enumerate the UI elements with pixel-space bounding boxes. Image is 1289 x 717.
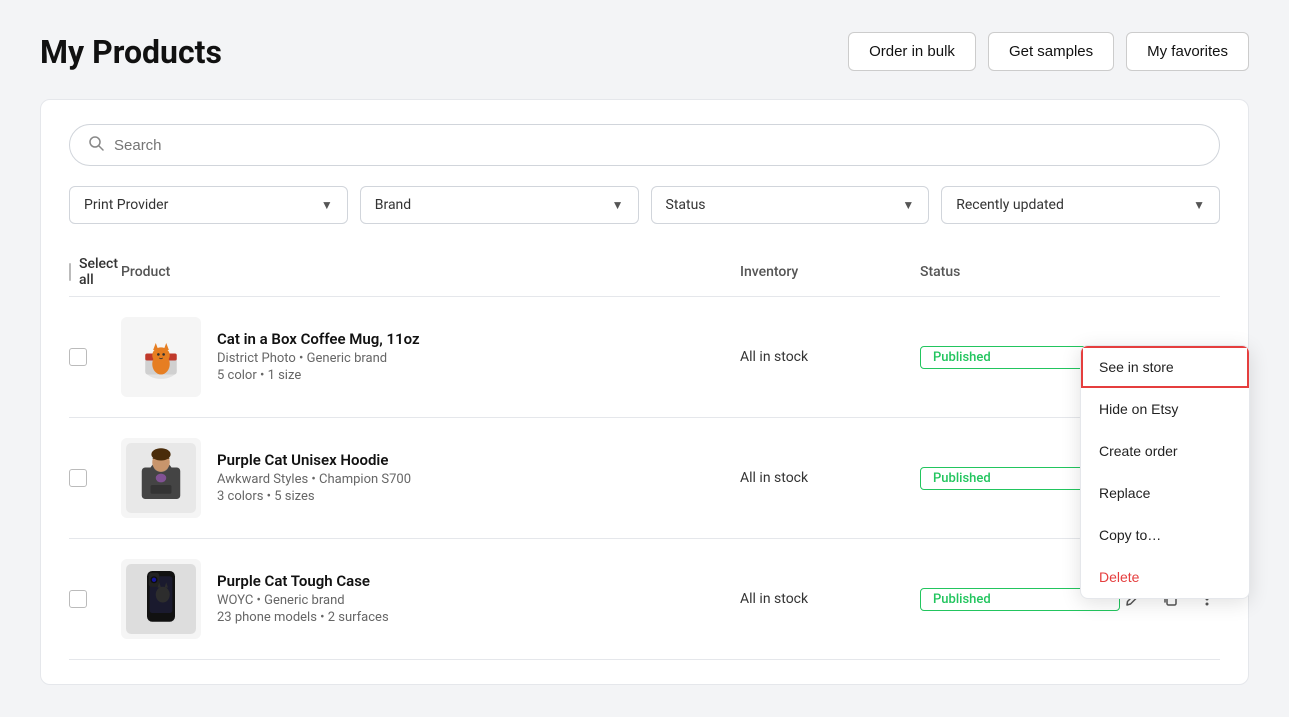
- filters-row: Print Provider ▼ Brand ▼ Status ▼ Recent…: [69, 186, 1220, 224]
- row-2-checkbox[interactable]: [69, 469, 87, 487]
- table-row: Purple Cat Unisex Hoodie Awkward Styles …: [69, 418, 1220, 539]
- product-meta2: 23 phone models • 2 surfaces: [217, 610, 740, 625]
- context-menu-copy-to[interactable]: Copy to…: [1081, 514, 1249, 556]
- page-header: My Products Order in bulk Get samples My…: [40, 32, 1249, 71]
- product-meta2: 5 color • 1 size: [217, 368, 740, 383]
- inventory-status: All in stock: [740, 470, 920, 486]
- context-menu-hide-on-etsy[interactable]: Hide on Etsy: [1081, 388, 1249, 430]
- row-3-check-cell: [69, 590, 113, 608]
- actions-cell: See in store Hide on Etsy Create order R…: [1120, 343, 1220, 371]
- product-image: [121, 559, 201, 639]
- search-input[interactable]: [114, 137, 1201, 154]
- search-icon: [88, 135, 104, 155]
- filter-status[interactable]: Status ▼: [651, 186, 930, 224]
- context-menu-see-in-store[interactable]: See in store: [1081, 346, 1249, 388]
- chevron-down-icon: ▼: [612, 198, 624, 212]
- inventory-status: All in stock: [740, 591, 920, 607]
- context-menu-delete[interactable]: Delete: [1081, 556, 1249, 598]
- product-meta1: District Photo • Generic brand: [217, 351, 740, 366]
- order-bulk-button[interactable]: Order in bulk: [848, 32, 976, 71]
- product-name: Purple Cat Unisex Hoodie: [217, 451, 740, 469]
- col-header-status: Status: [920, 264, 1120, 280]
- chevron-down-icon: ▼: [1193, 198, 1205, 212]
- product-info: Purple Cat Unisex Hoodie Awkward Styles …: [217, 451, 740, 506]
- context-menu-create-order[interactable]: Create order: [1081, 430, 1249, 472]
- col-header-inventory: Inventory: [740, 264, 920, 280]
- chevron-down-icon: ▼: [902, 198, 914, 212]
- product-info: Cat in a Box Coffee Mug, 11oz District P…: [217, 330, 740, 385]
- filter-recently-updated[interactable]: Recently updated ▼: [941, 186, 1220, 224]
- product-name: Purple Cat Tough Case: [217, 572, 740, 590]
- context-menu-replace[interactable]: Replace: [1081, 472, 1249, 514]
- context-menu: See in store Hide on Etsy Create order R…: [1080, 345, 1250, 599]
- get-samples-button[interactable]: Get samples: [988, 32, 1114, 71]
- filter-brand[interactable]: Brand ▼: [360, 186, 639, 224]
- header-buttons: Order in bulk Get samples My favorites: [848, 32, 1249, 71]
- table-header: Select all Product Inventory Status: [69, 248, 1220, 297]
- select-all-cell: Select all: [69, 256, 113, 288]
- chevron-down-icon: ▼: [321, 198, 333, 212]
- search-bar: [69, 124, 1220, 166]
- main-card: Print Provider ▼ Brand ▼ Status ▼ Recent…: [40, 99, 1249, 685]
- product-meta1: Awkward Styles • Champion S700: [217, 472, 740, 487]
- col-header-product: Product: [113, 264, 740, 280]
- inventory-status: All in stock: [740, 349, 920, 365]
- product-meta2: 3 colors • 5 sizes: [217, 489, 740, 504]
- row-1-checkbox[interactable]: [69, 348, 87, 366]
- product-info: Purple Cat Tough Case WOYC • Generic bra…: [217, 572, 740, 627]
- table-row: Purple Cat Tough Case WOYC • Generic bra…: [69, 539, 1220, 660]
- row-1-check-cell: [69, 348, 113, 366]
- product-image: [121, 317, 201, 397]
- row-3-checkbox[interactable]: [69, 590, 87, 608]
- table-row: Cat in a Box Coffee Mug, 11oz District P…: [69, 297, 1220, 418]
- select-all-checkbox[interactable]: [69, 263, 71, 281]
- product-meta1: WOYC • Generic brand: [217, 593, 740, 608]
- product-name: Cat in a Box Coffee Mug, 11oz: [217, 330, 740, 348]
- row-2-check-cell: [69, 469, 113, 487]
- filter-print-provider[interactable]: Print Provider ▼: [69, 186, 348, 224]
- product-image: [121, 438, 201, 518]
- my-favorites-button[interactable]: My favorites: [1126, 32, 1249, 71]
- page-title: My Products: [40, 33, 222, 71]
